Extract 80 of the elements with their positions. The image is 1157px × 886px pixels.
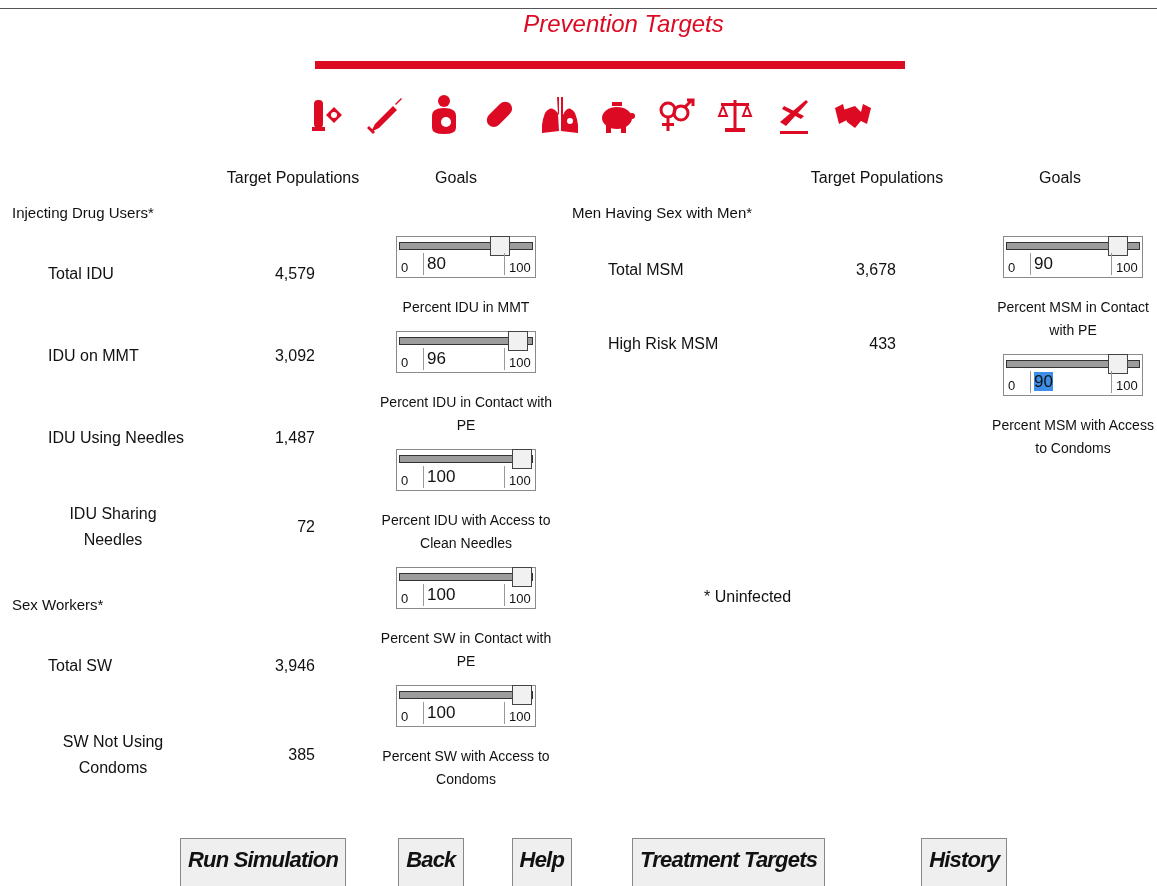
maximum-label: 100	[1116, 378, 1138, 393]
slider[interactable]: 0 100 100	[396, 685, 536, 727]
population-value: 385	[287, 746, 315, 764]
goal-caption: Percent IDU in Contact with PE	[380, 393, 552, 435]
value-text: 80	[427, 254, 446, 273]
value-text: 90	[1034, 254, 1053, 273]
population-value: 3,946	[273, 657, 315, 675]
slider-thumb[interactable]	[512, 449, 532, 469]
action-button[interactable]: History	[921, 838, 1008, 886]
minimum-label: 0	[401, 591, 410, 606]
maximum-label: 100	[509, 591, 531, 606]
population-label: IDU on MMT	[48, 346, 140, 366]
value-text: 96	[427, 349, 446, 368]
slider[interactable]: 0 100 100	[396, 567, 536, 609]
population-label: SW Not Using Condoms	[61, 732, 165, 778]
goal-caption: Percent SW with Access to Condoms	[381, 747, 551, 789]
value-field[interactable]: 100	[423, 466, 505, 488]
population-label: IDU Using Needles	[48, 428, 186, 448]
group-heading: Sex Workers*	[12, 595, 105, 615]
population-value: 433	[868, 335, 896, 353]
slider[interactable]: 0 80 100	[396, 236, 536, 278]
column-header: Target Populations	[225, 168, 361, 188]
slider-thumb[interactable]	[489, 236, 510, 256]
column-header: Goals	[1038, 168, 1082, 188]
value-field[interactable]: 100	[423, 584, 505, 606]
value-text: 90	[1034, 372, 1053, 391]
action-button[interactable]: Treatment Targets	[632, 838, 826, 886]
column-header: Goals	[434, 168, 478, 188]
group-heading: Men Having Sex with Men*	[572, 203, 754, 223]
slider[interactable]: 0 100 100	[396, 449, 536, 491]
action-button[interactable]: Run Simulation	[180, 838, 347, 886]
goal-caption: Percent IDU with Access to Clean Needles	[380, 511, 552, 553]
value-text: 100	[427, 585, 456, 604]
slider[interactable]: 0 90 100	[1003, 354, 1143, 396]
page-title: Prevention Targets	[522, 9, 725, 39]
value-field[interactable]: 90	[1030, 253, 1112, 275]
slider-thumb[interactable]	[512, 567, 532, 587]
value-field[interactable]: 90	[1030, 371, 1112, 393]
value-field[interactable]: 100	[423, 702, 505, 724]
slider[interactable]: 0 96 100	[396, 331, 536, 373]
population-label: Total IDU	[48, 264, 115, 284]
minimum-label: 0	[401, 473, 410, 488]
minimum-label: 0	[401, 355, 410, 370]
minimum-label: 0	[1008, 260, 1017, 275]
value-field[interactable]: 80	[423, 253, 505, 275]
footnote: * Uninfected	[704, 588, 793, 606]
slider[interactable]: 0 90 100	[1003, 236, 1143, 278]
maximum-label: 100	[509, 709, 531, 724]
maximum-label: 100	[509, 260, 531, 275]
slider-thumb[interactable]	[1107, 354, 1128, 374]
population-label: Total SW	[48, 656, 113, 676]
value-text: 100	[427, 703, 456, 722]
column-header: Target Populations	[809, 168, 945, 188]
maximum-label: 100	[1116, 260, 1138, 275]
value-text: 100	[427, 467, 456, 486]
maximum-label: 100	[509, 473, 531, 488]
minimum-label: 0	[401, 709, 410, 724]
action-button[interactable]: Back	[398, 838, 464, 886]
slider-thumb[interactable]	[1107, 236, 1128, 256]
lungs-icon	[542, 97, 578, 133]
value-field[interactable]: 96	[423, 348, 505, 370]
goal-caption: Percent MSM with Access to Condoms	[991, 416, 1155, 458]
population-value: 1,487	[273, 429, 315, 447]
slider-thumb[interactable]	[512, 685, 532, 705]
goal-caption: Percent SW in Contact with PE	[380, 629, 552, 671]
minimum-label: 0	[401, 260, 410, 275]
goal-caption: Percent IDU in MMT	[401, 298, 531, 317]
population-value: 3,092	[273, 347, 315, 365]
population-label: IDU Sharing Needles	[68, 504, 158, 550]
population-label: High Risk MSM	[608, 334, 720, 354]
action-button[interactable]: Help	[511, 838, 573, 886]
minimum-label: 0	[1008, 378, 1017, 393]
maximum-label: 100	[509, 355, 531, 370]
population-value: 4,579	[273, 265, 315, 283]
slider-thumb[interactable]	[507, 331, 528, 351]
population-value: 72	[296, 518, 315, 536]
population-value: 3,678	[854, 261, 896, 279]
goal-caption: Percent MSM in Contact with PE	[996, 298, 1150, 340]
group-heading: Injecting Drug Users*	[12, 203, 155, 223]
population-label: Total MSM	[608, 260, 685, 280]
